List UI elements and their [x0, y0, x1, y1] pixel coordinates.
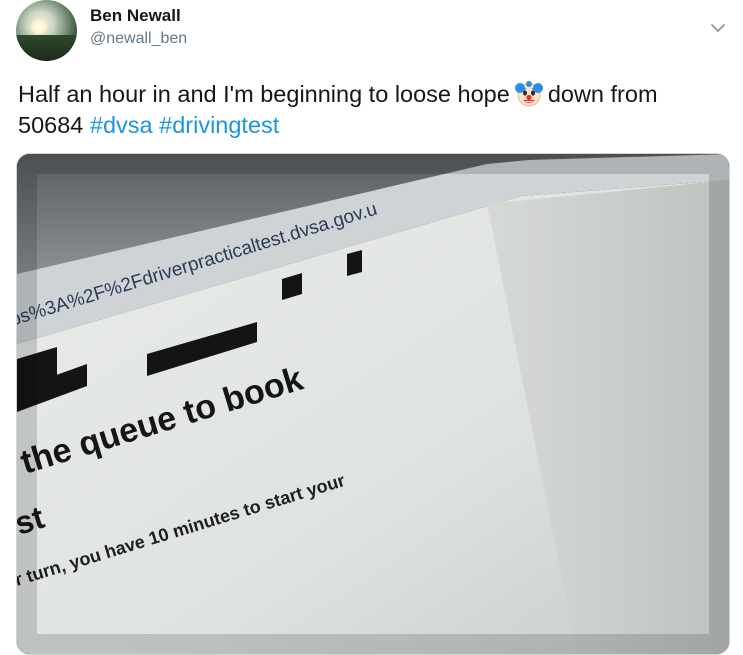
avatar-trees: [16, 35, 77, 61]
tweet-text: Half an hour in and I'm beginning to loo…: [18, 79, 718, 141]
tweet-photo[interactable]: ps%3A%2F%2Fdriverpracticaltest.dvsa.gov.…: [16, 153, 730, 655]
avatar[interactable]: [16, 0, 77, 61]
author-name[interactable]: Ben Newall: [90, 6, 181, 26]
clown-face-emoji-icon: [514, 79, 544, 109]
author-handle[interactable]: @newall_ben: [90, 30, 187, 48]
hashtag-drivingtest-link[interactable]: #drivingtest: [159, 112, 279, 138]
avatar-sun: [30, 18, 48, 36]
tweet-text-part3: 50684: [18, 112, 84, 138]
tweet-text-part1: Half an hour in and I'm beginning to loo…: [18, 81, 510, 107]
tweet-card[interactable]: Ben Newall @newall_ben Half an hour in a…: [0, 0, 743, 655]
chevron-down-icon[interactable]: [708, 18, 728, 38]
hashtag-dvsa-link[interactable]: #dvsa: [90, 112, 153, 138]
tweet-text-part2: down from: [547, 81, 658, 107]
